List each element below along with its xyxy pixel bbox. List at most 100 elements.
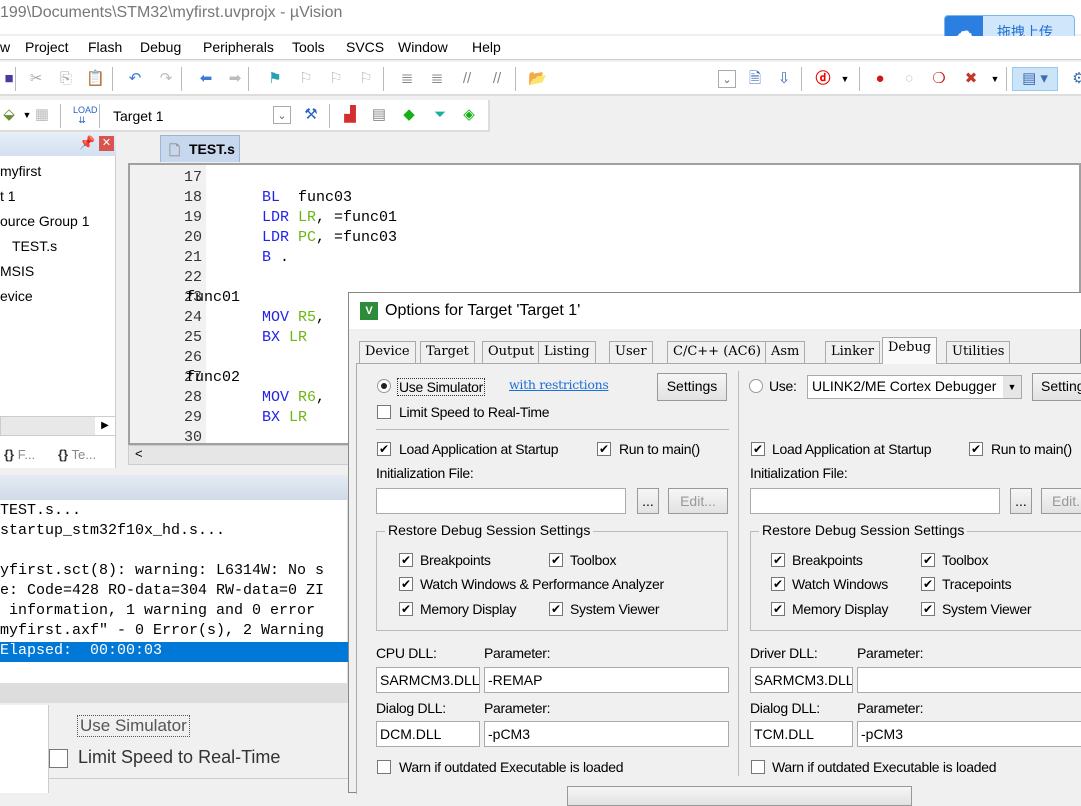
breakpoint-icon[interactable]: ● <box>871 70 889 88</box>
undo-icon[interactable]: ↶ <box>126 70 144 88</box>
right-load-app-checkbox[interactable]: ✔ <box>751 442 765 456</box>
cpu-param-input[interactable]: -REMAP <box>484 667 729 693</box>
cut-icon[interactable]: ✂ <box>27 70 45 88</box>
use-debugger-radio[interactable] <box>749 379 763 393</box>
menu-project[interactable]: Project <box>25 39 69 55</box>
select-packs-icon[interactable]: ⏷ <box>431 106 449 124</box>
clear-bookmarks-icon[interactable]: ⚐ <box>357 70 375 88</box>
limit-speed-checkbox[interactable] <box>377 405 391 419</box>
scroll-right-icon[interactable]: ▶ <box>95 417 115 435</box>
download-icon[interactable]: LOAD ⇊ <box>73 105 98 125</box>
manage-component-viewer-button[interactable] <box>567 786 912 806</box>
right-memory-display-checkbox[interactable]: ✔ <box>771 602 785 616</box>
window-layout-icon[interactable]: ▤ ▾ <box>1012 67 1058 91</box>
right-breakpoints-checkbox[interactable]: ✔ <box>771 553 785 567</box>
menu-svcs[interactable]: SVCS <box>346 39 384 55</box>
uncomment-icon[interactable]: // <box>488 70 506 88</box>
debug-session-icon[interactable]: ⓓ <box>814 70 832 88</box>
options-for-target-icon[interactable]: ⚒ <box>302 106 320 124</box>
pin-icon[interactable]: 📌 <box>79 135 95 151</box>
tab-templates[interactable]: {} Te... <box>58 447 96 462</box>
tab-asm[interactable]: Asm <box>765 341 806 363</box>
build-output-text[interactable]: TEST.s... startup_stm32f10x_hd.s... yfirst… <box>0 502 350 682</box>
back-icon[interactable]: ⬅ <box>197 70 215 88</box>
right-edit-button[interactable]: Edit... <box>1041 488 1081 514</box>
right-tracepoints-checkbox[interactable]: ✔ <box>921 577 935 591</box>
right-toolbox-checkbox[interactable]: ✔ <box>921 553 935 567</box>
tree-item-device[interactable]: evice <box>0 288 33 304</box>
menu-peripherals[interactable]: Peripherals <box>203 39 274 55</box>
tree-item-cmsis[interactable]: MSIS <box>0 263 34 279</box>
horizontal-scrollbar[interactable]: ▶ <box>0 416 115 436</box>
prev-bookmark-icon[interactable]: ⚐ <box>297 70 315 88</box>
target-select[interactable]: Target 1 <box>113 108 164 124</box>
right-dialog-dll-input[interactable]: TCM.DLL <box>750 721 853 747</box>
forward-icon[interactable]: ➡ <box>226 70 244 88</box>
disable-all-breakpoints-icon[interactable]: ❍ <box>930 70 948 88</box>
with-restrictions-link[interactable]: with restrictions <box>509 377 609 392</box>
batch-build-icon[interactable]: ⬙ <box>0 106 18 124</box>
manage-multi-project-icon[interactable]: ▤ <box>370 106 388 124</box>
open-folder-icon[interactable]: 📂 <box>528 70 547 88</box>
system-viewer-checkbox[interactable]: ✔ <box>549 602 563 616</box>
target-dropdown-icon[interactable]: ⌄ <box>273 106 291 124</box>
tree-item-source-group[interactable]: ource Group 1 <box>0 213 90 229</box>
dialog-dll-input[interactable]: DCM.DLL <box>376 721 480 747</box>
redo-icon[interactable]: ↷ <box>157 70 175 88</box>
dropdown-arrow-icon[interactable]: ▼ <box>836 70 854 88</box>
dropdown-arrow-icon[interactable]: ▼ <box>986 70 1004 88</box>
incremental-find-icon[interactable]: ⇩ <box>775 70 793 88</box>
debugger-settings-button[interactable]: Settings <box>1032 373 1081 401</box>
right-run-to-main-checkbox[interactable]: ✔ <box>969 442 983 456</box>
tab-c-c-ac6-[interactable]: C/C++ (AC6) <box>667 341 767 363</box>
warn-outdated-checkbox[interactable] <box>377 760 391 774</box>
build-output-scrollbar[interactable] <box>0 683 350 703</box>
unindent-icon[interactable]: ≣ <box>428 70 446 88</box>
simulator-settings-button[interactable]: Settings <box>657 373 727 401</box>
right-dialog-param-input[interactable]: -pCM3 <box>857 721 1081 747</box>
menu-debug[interactable]: Debug <box>140 39 181 55</box>
driver-param-input[interactable] <box>857 667 1081 693</box>
tab-test-s[interactable]: 🗋 TEST.s <box>160 135 240 162</box>
tab-listing[interactable]: Listing <box>538 341 596 363</box>
tab-linker[interactable]: Linker <box>825 341 880 363</box>
stop-build-icon[interactable]: ▦ <box>33 106 51 124</box>
cpu-dll-input[interactable]: SARMCM3.DLL <box>376 667 480 693</box>
run-time-environment-icon[interactable]: ◆ <box>400 106 418 124</box>
right-init-file-input[interactable] <box>750 488 1000 514</box>
memory-display-checkbox[interactable]: ✔ <box>399 602 413 616</box>
load-app-checkbox[interactable]: ✔ <box>377 442 391 456</box>
bookmark-icon[interactable]: ⚑ <box>266 70 284 88</box>
kill-breakpoints-icon[interactable]: ✖ <box>962 70 980 88</box>
use-simulator-radio[interactable] <box>377 379 391 393</box>
copy-icon[interactable]: ⎘ <box>57 70 75 88</box>
find-in-files-icon[interactable]: 🗎 <box>746 70 764 88</box>
watch-windows-checkbox[interactable]: ✔ <box>399 577 413 591</box>
menu-window[interactable]: Window <box>398 39 448 55</box>
toolbox-checkbox[interactable]: ✔ <box>549 553 563 567</box>
tree-item-target[interactable]: t 1 <box>0 188 16 204</box>
tab-output[interactable]: Output <box>482 341 541 363</box>
indent-icon[interactable]: ≣ <box>398 70 416 88</box>
next-bookmark-icon[interactable]: ⚐ <box>327 70 345 88</box>
disable-breakpoint-icon[interactable]: ○ <box>900 70 918 88</box>
chevron-down-icon[interactable]: ▼ <box>1003 376 1021 398</box>
use-simulator-label[interactable]: Use Simulator <box>397 378 486 396</box>
menu-tools[interactable]: Tools <box>292 39 325 55</box>
edit-button[interactable]: Edit... <box>668 488 728 514</box>
init-file-input[interactable] <box>376 488 626 514</box>
menu-help[interactable]: Help <box>472 39 501 55</box>
paste-icon[interactable]: 📋 <box>86 70 105 88</box>
driver-dll-input[interactable]: SARMCM3.DLL <box>750 667 853 693</box>
tree-item-project[interactable]: myfirst <box>0 163 41 179</box>
tab-target[interactable]: Target <box>420 341 475 363</box>
debugger-select[interactable]: ULINK2/ME Cortex Debugger ▼ <box>807 375 1022 399</box>
right-system-viewer-checkbox[interactable]: ✔ <box>921 602 935 616</box>
manage-components-icon[interactable]: ▟ <box>341 106 359 124</box>
tree-item-file[interactable]: TEST.s <box>12 238 57 254</box>
pack-installer-icon[interactable]: ◈ <box>460 106 478 124</box>
configure-icon[interactable]: ⚙ <box>1070 70 1081 88</box>
dialog-param-input[interactable]: -pCM3 <box>484 721 729 747</box>
menu-view[interactable]: w <box>0 39 10 55</box>
tab-functions[interactable]: {} F... <box>4 447 35 462</box>
